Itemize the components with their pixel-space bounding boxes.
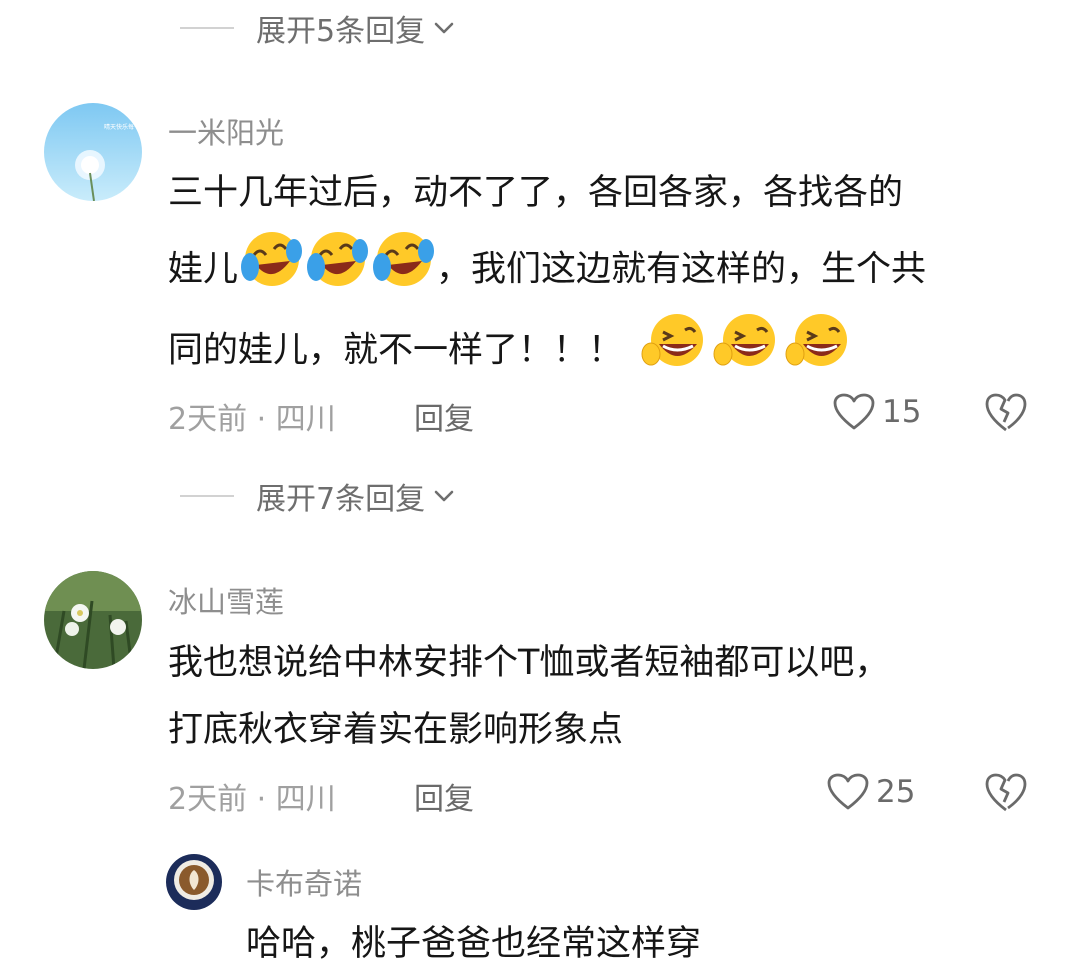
svg-text:晴天快乐每一天: 晴天快乐每一天: [104, 123, 142, 131]
dislike-button[interactable]: [984, 392, 1028, 438]
username[interactable]: 卡布奇诺: [246, 861, 362, 903]
grinning-wink-emoji: [783, 310, 855, 393]
coffee-avatar-image: [166, 854, 222, 910]
comment-meta: 2天前 · 四川: [168, 782, 336, 817]
heart-outline-icon: [833, 393, 875, 430]
tears-of-joy-emoji: [238, 227, 304, 314]
reply-button[interactable]: 回复: [414, 394, 474, 438]
like-button[interactable]: 15: [832, 392, 921, 432]
like-count: 15: [882, 394, 922, 430]
divider-line: [180, 495, 234, 497]
heart-outline-icon: [827, 773, 869, 810]
tears-of-joy-emoji: [370, 227, 436, 314]
chevron-down-icon: [434, 490, 454, 502]
expand-replies-label: 展开5条回复: [256, 14, 426, 49]
comment-text-fragment: 同的娃儿，就不一样了！！！: [168, 330, 624, 371]
comment-text-line: 哈哈，桃子爸爸也经常这样穿: [246, 924, 702, 964]
avatar[interactable]: [166, 854, 222, 910]
grinning-wink-emoji: [711, 310, 783, 393]
expand-replies-button[interactable]: 展开5条回复: [256, 6, 457, 50]
username[interactable]: 一米阳光: [168, 110, 284, 152]
flower-avatar-image: [44, 571, 142, 669]
avatar[interactable]: [44, 571, 142, 669]
divider-line: [180, 27, 234, 29]
like-count: 25: [876, 774, 916, 810]
chevron-down-icon: [434, 22, 454, 34]
tears-of-joy-emoji: [304, 227, 370, 314]
comment-text-line: 我也想说给中林安排个T恤或者短袖都可以吧，: [168, 643, 890, 683]
reply-button[interactable]: 回复: [414, 774, 474, 818]
comment-text-fragment: ，我们这边就有这样的，生个共: [436, 249, 927, 290]
grinning-wink-emoji: [639, 310, 711, 393]
comment-text-line: 娃儿 ，我们这边就有这样的，生个共: [168, 227, 926, 314]
comment-text-line: 打底秋衣穿着实在影响形象点: [168, 710, 624, 750]
like-button[interactable]: 25: [826, 772, 915, 812]
comment-text-fragment: 娃儿: [168, 249, 239, 290]
broken-heart-icon: [985, 393, 1027, 432]
username[interactable]: 冰山雪莲: [168, 579, 284, 621]
dislike-button[interactable]: [984, 772, 1028, 818]
avatar[interactable]: 晴天快乐每一天: [44, 103, 142, 201]
comment-meta: 2天前 · 四川: [168, 402, 336, 437]
comment-text-line: 同的娃儿，就不一样了！！！: [168, 310, 855, 393]
expand-replies-label: 展开7条回复: [256, 482, 426, 517]
dandelion-avatar-image: 晴天快乐每一天: [44, 103, 142, 201]
broken-heart-icon: [985, 773, 1027, 812]
comment-text-line: 三十几年过后，动不了了，各回各家，各找各的: [168, 173, 904, 213]
expand-replies-button[interactable]: 展开7条回复: [256, 474, 457, 518]
